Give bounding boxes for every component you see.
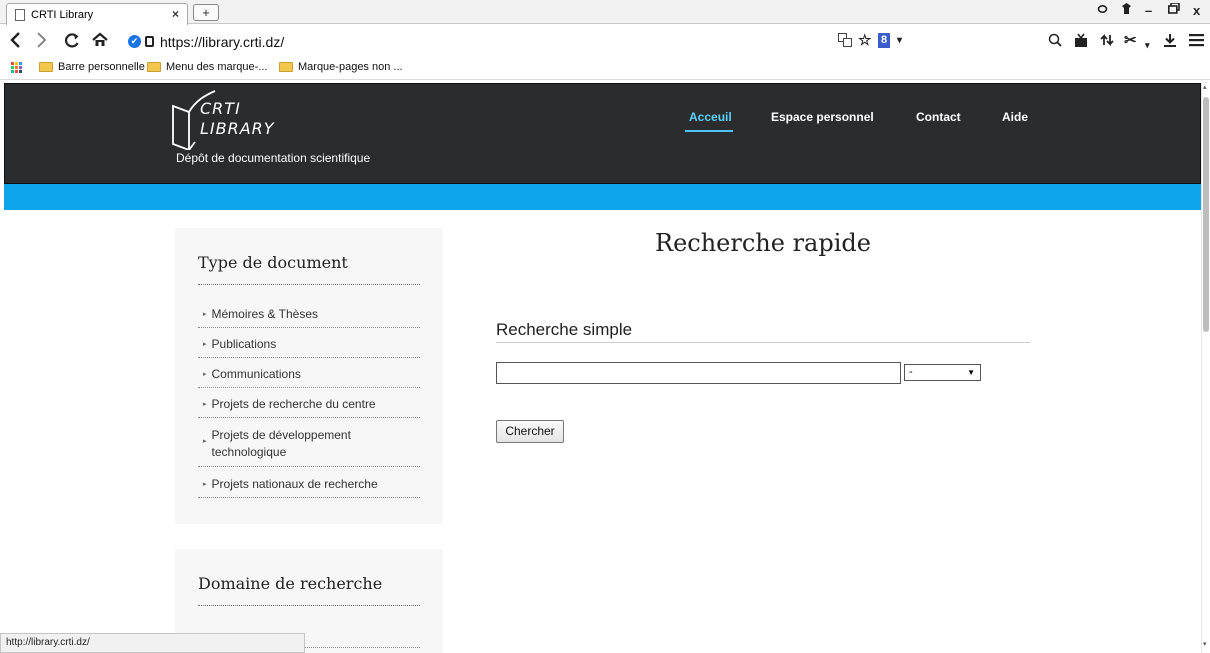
forward-icon[interactable] <box>36 31 48 53</box>
search-button[interactable]: Chercher <box>496 420 564 443</box>
search-icon[interactable] <box>1097 3 1108 18</box>
verified-icon: ✔ <box>128 35 141 48</box>
minimize-icon[interactable]: – <box>1145 3 1152 18</box>
close-tab-icon[interactable]: × <box>172 7 179 21</box>
bullet-arrow-icon: ▸ <box>203 311 207 318</box>
divider <box>198 417 420 418</box>
folder-icon <box>147 62 161 72</box>
sidebar-item-projets-recherche-centre[interactable]: ▸ Projets de recherche du centre <box>203 396 417 413</box>
page-title: Recherche rapide <box>655 229 871 257</box>
sidebar-item-projets-nationaux[interactable]: ▸ Projets nationaux de recherche <box>203 476 417 493</box>
section-title: Recherche simple <box>496 320 633 339</box>
apps-icon[interactable] <box>11 62 23 74</box>
bullet-arrow-icon: ▸ <box>203 438 207 445</box>
sidebar-item-publications[interactable]: ▸ Publications <box>203 336 417 353</box>
url-text[interactable]: https://library.crti.dz/ <box>160 34 284 50</box>
scroll-up-icon[interactable]: ▴ <box>1203 83 1209 91</box>
sidebar-item-label: Mémoires & Thèses <box>211 307 318 321</box>
search-input[interactable] <box>496 362 901 384</box>
divider <box>198 327 420 328</box>
sidebar-item-label: Communications <box>211 367 301 381</box>
sidebar-item-projets-developpement[interactable]: ▸ Projets de développement technologique <box>203 427 378 461</box>
sidebar-doc-type-card: Type de document ▸ Mémoires & Thèses ▸ P… <box>175 228 443 524</box>
sidebar-domain-title: Domaine de recherche <box>198 574 383 593</box>
pin-icon[interactable] <box>1121 3 1132 18</box>
header-accent-band <box>4 184 1201 210</box>
tab-title: CRTI Library <box>31 8 94 21</box>
download-icon[interactable] <box>1163 33 1177 52</box>
menu-contact[interactable]: Contact <box>916 110 961 124</box>
divider <box>198 357 420 358</box>
menu-icon[interactable] <box>1189 33 1204 51</box>
page-viewport: CRTI LIBRARY Dépôt de documentation scie… <box>0 83 1210 653</box>
address-bar[interactable]: ✔ https://library.crti.dz/ <box>128 32 828 51</box>
bookmark-menu-marque[interactable]: Menu des marque-... <box>147 61 268 73</box>
bookmark-label: Barre personnelle <box>58 61 145 73</box>
find-icon[interactable] <box>1048 33 1062 51</box>
restore-icon[interactable] <box>1168 2 1180 17</box>
lock-icon <box>145 36 154 47</box>
page-icon <box>15 8 25 21</box>
bookmark-label: Marque-pages non ... <box>298 61 403 73</box>
bookmarks-bar: Barre personnelle Menu des marque-... Ma… <box>0 58 1210 80</box>
sidebar-item-label: Projets de recherche du centre <box>211 397 376 411</box>
close-window-icon[interactable]: x <box>1193 3 1200 18</box>
search-field-select[interactable]: - ▼ <box>904 364 981 381</box>
active-menu-underline <box>685 130 733 132</box>
bookmark-marque-pages-non[interactable]: Marque-pages non ... <box>279 61 403 73</box>
folder-icon <box>279 62 293 72</box>
status-bar: http://library.crti.dz/ <box>0 633 305 653</box>
divider <box>198 466 420 467</box>
site-logo-text[interactable]: CRTI LIBRARY <box>200 99 275 139</box>
cut-menu-chevron-icon[interactable]: ▾ <box>1145 37 1150 53</box>
logo-line-crti: CRTI <box>200 99 241 118</box>
bullet-arrow-icon: ▸ <box>203 401 207 408</box>
sync-icon[interactable] <box>1100 33 1114 51</box>
bullet-arrow-icon: ▸ <box>203 481 207 488</box>
menu-aide[interactable]: Aide <box>1002 110 1028 124</box>
sidebar-item-label: Projets nationaux de recherche <box>211 477 378 491</box>
sidebar-item-memoires-theses[interactable]: ▸ Mémoires & Thèses <box>203 306 417 323</box>
cut-icon[interactable]: ✂ <box>1124 33 1137 49</box>
bullet-arrow-icon: ▸ <box>203 341 207 348</box>
back-icon[interactable] <box>9 31 21 53</box>
bullet-arrow-icon: ▸ <box>203 371 207 378</box>
sidebar-item-label: Publications <box>211 337 277 351</box>
sidebar-doc-type-title: Type de document <box>198 253 348 272</box>
divider <box>198 605 420 606</box>
sidebar-item-communications[interactable]: ▸ Communications <box>203 366 417 383</box>
google-search-icon[interactable]: 8 <box>878 33 891 48</box>
sidebar-item-label: Projets de développement technologique <box>211 428 351 459</box>
site-tagline: Dépôt de documentation scientifique <box>176 151 371 165</box>
tab-bar: CRTI Library × + – x <box>0 0 1210 25</box>
scrollbar-thumb[interactable] <box>1203 97 1209 332</box>
folder-icon <box>39 62 53 72</box>
search-engine-chevron-icon[interactable]: ▾ <box>897 33 902 49</box>
tab-crti-library[interactable]: CRTI Library × <box>6 3 188 25</box>
home-icon[interactable] <box>92 31 108 53</box>
extension-icon[interactable] <box>1074 33 1088 52</box>
section-divider <box>496 342 1030 343</box>
select-value: - <box>909 366 913 378</box>
navigation-bar: ✔ https://library.crti.dz/ ☆ 8 ▾ ✂ ▾ <box>0 25 1210 58</box>
scroll-down-icon[interactable]: ▾ <box>1203 640 1209 648</box>
menu-acceuil[interactable]: Acceuil <box>689 110 732 124</box>
divider <box>198 387 420 388</box>
browser-window: CRTI Library × + – x ✔ https://library.c… <box>0 0 1210 653</box>
logo-line-library: LIBRARY <box>200 119 275 138</box>
divider <box>198 284 420 285</box>
bookmark-star-icon[interactable]: ☆ <box>858 33 871 49</box>
chevron-down-icon: ▼ <box>967 368 975 377</box>
bookmark-label: Menu des marque-... <box>166 61 268 73</box>
reload-icon[interactable] <box>64 31 80 53</box>
bookmark-barre-personnelle[interactable]: Barre personnelle <box>39 61 145 73</box>
new-tab-button[interactable]: + <box>193 4 219 21</box>
divider <box>198 497 420 498</box>
translate-icon[interactable] <box>838 33 852 51</box>
menu-espace-personnel[interactable]: Espace personnel <box>771 110 874 124</box>
